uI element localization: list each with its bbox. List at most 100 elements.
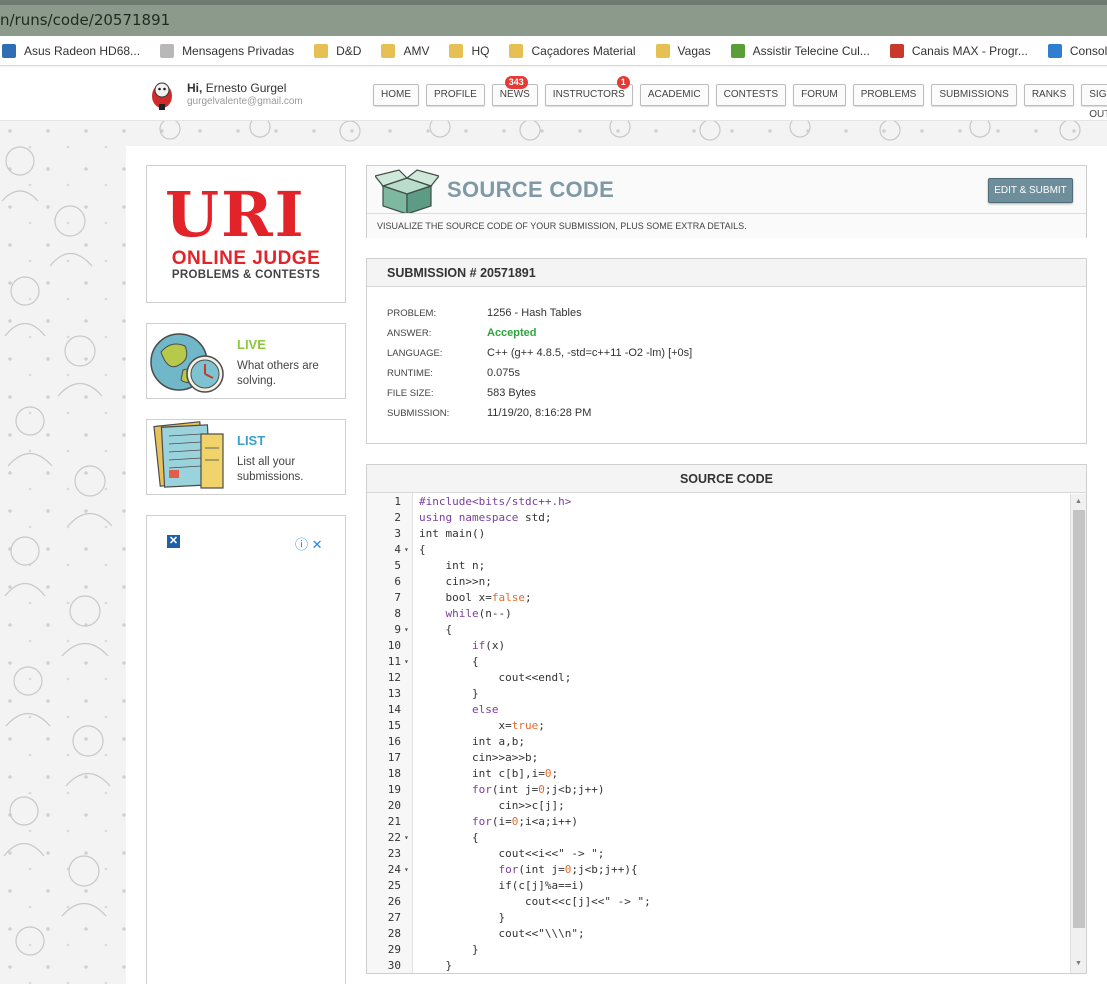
fold-arrow-icon[interactable]: ▾ (404, 654, 409, 670)
field-value: 11/19/20, 8:16:28 PM (487, 407, 592, 419)
nav-submissions[interactable]: SUBMISSIONS (931, 84, 1017, 106)
bookmark-item[interactable]: Mensagens Privadas (160, 43, 294, 58)
nav-instructors-label: INSTRUCTORS (552, 89, 625, 100)
nav-home[interactable]: HOME (373, 84, 419, 106)
scroll-up-arrow-icon[interactable]: ▲ (1075, 498, 1082, 505)
code-text: cin>>a>>b; (419, 751, 539, 764)
code-text: cin>>n; (419, 575, 492, 588)
code-line: 4 ▾ { (367, 542, 1072, 558)
ad-info-close-icon[interactable]: ⓘ ✕ (295, 534, 323, 553)
line-number: 19 (387, 783, 401, 796)
nav-forum[interactable]: FORUM (793, 84, 846, 106)
bookmark-icon (449, 43, 464, 58)
code-line: 14 else (367, 702, 1072, 718)
line-number: 14 (387, 703, 401, 716)
nav-contests[interactable]: CONTESTS (715, 84, 787, 106)
line-number: 5 (394, 559, 401, 572)
line-number: 29 (387, 943, 401, 956)
line-number: 24 (387, 863, 401, 876)
user-name[interactable]: Ernesto Gurgel (206, 81, 287, 95)
edit-submit-button[interactable]: EDIT & SUBMIT (988, 178, 1073, 203)
bookmark-item[interactable]: Asus Radeon HD68... (2, 43, 140, 58)
code-line: 20 cin>>c[j]; (367, 798, 1072, 814)
code-line: 7 bool x=false; (367, 590, 1072, 606)
bookmark-label: Consola | Ate (1069, 43, 1107, 58)
code-text: cout<<endl; (419, 671, 572, 684)
code-line: 2 using namespace std; (367, 510, 1072, 526)
nav-instructors[interactable]: INSTRUCTORS 1 (544, 76, 633, 106)
code-line: 27 } (367, 910, 1072, 926)
fold-arrow-icon[interactable]: ▾ (404, 830, 409, 846)
line-number: 23 (387, 847, 401, 860)
code-line: 28 cout<<"\\\n"; (367, 926, 1072, 942)
bookmark-icon (889, 43, 904, 58)
nav-news[interactable]: NEWS 343 (491, 76, 538, 106)
field-key: RUNTIME: (387, 368, 433, 379)
code-text: for(int j=0;j<b;j++){ (498, 863, 638, 876)
source-code-heading: SOURCE CODE (367, 465, 1086, 493)
bookmark-item[interactable]: Vagas (655, 43, 711, 58)
code-text: if(c[j]%a==i) (419, 879, 585, 892)
list-title[interactable]: LIST (237, 433, 265, 448)
code-text: cin>>c[j]; (419, 799, 565, 812)
list-description: List all your submissions. (237, 456, 304, 483)
url-text[interactable]: n/runs/code/20571891 (0, 11, 170, 29)
ad-close-icon[interactable]: ✕ (167, 535, 180, 548)
live-title[interactable]: LIVE (237, 337, 266, 352)
nav-problems[interactable]: PROBLEMS (852, 84, 925, 106)
bookmark-label: AMV (403, 43, 430, 58)
scroll-down-arrow-icon[interactable]: ▼ (1075, 960, 1082, 967)
code-text: { (419, 623, 453, 636)
code-text: cout<<c[j]<<" -> "; (419, 895, 651, 908)
field-value: 0.075s (487, 367, 521, 379)
line-number: 1 (394, 495, 401, 508)
line-number: 15 (387, 719, 401, 732)
address-bar[interactable]: n/runs/code/20571891 (0, 0, 1107, 36)
code-text: #include<bits/stdc++.h> (419, 495, 572, 508)
fold-arrow-icon[interactable]: ▾ (404, 622, 409, 638)
nav-profile[interactable]: PROFILE (426, 84, 485, 106)
nav-academic[interactable]: ACADEMIC (639, 84, 709, 106)
code-text: } (419, 959, 453, 972)
line-number: 9 (394, 623, 401, 636)
code-scrollbar[interactable]: ▲ ▼ (1070, 494, 1086, 973)
bookmark-item[interactable]: D&D (314, 43, 361, 58)
line-number: 30 (387, 959, 401, 972)
line-number: 27 (387, 911, 401, 924)
code-line: 5 int n; (367, 558, 1072, 574)
bookmark-icon (314, 43, 329, 58)
bookmark-item[interactable]: Consola | Ate (1047, 43, 1107, 58)
bookmark-item[interactable]: Canais MAX - Progr... (889, 43, 1028, 58)
submission-details-panel: SUBMISSION # 20571891 PROBLEM: 1256 - Has… (366, 258, 1087, 444)
bookmark-item[interactable]: Caçadores Material (509, 43, 636, 58)
code-line: 6 cin>>n; (367, 574, 1072, 590)
uri-logo-card[interactable]: URI ONLINE JUDGE PROBLEMS & CONTESTS (146, 165, 346, 303)
open-box-icon (375, 169, 439, 214)
code-line: 17 cin>>a>>b; (367, 750, 1072, 766)
field-key: FILE SIZE: (387, 388, 434, 399)
user-avatar-icon[interactable] (146, 76, 178, 112)
fold-arrow-icon[interactable]: ▾ (404, 542, 409, 558)
bookmark-item[interactable]: HQ (449, 43, 489, 58)
nav-ranks[interactable]: RANKS (1023, 84, 1075, 106)
main-menu: HOME PROFILE NEWS 343 INSTRUCTORS 1 ACAD… (373, 76, 1107, 120)
code-text: } (419, 943, 479, 956)
code-text: else (471, 703, 499, 716)
code-line: 12 cout<<endl; (367, 670, 1072, 686)
code-editor[interactable]: 1 #include<bits/stdc++.h> 2 using namespace… (367, 494, 1072, 974)
code-line: 22 ▾ { (367, 830, 1072, 846)
bookmark-item[interactable]: Assistir Telecine Cul... (730, 43, 870, 58)
scrollbar-thumb[interactable] (1073, 510, 1085, 928)
live-card[interactable]: LIVE What others are solving. (146, 323, 346, 399)
code-text: int a,b; (419, 735, 525, 748)
bookmark-icon (655, 43, 670, 58)
user-email: gurgelvalente@gmail.com (187, 96, 303, 107)
fold-arrow-icon[interactable]: ▾ (404, 862, 409, 878)
bookmark-item[interactable]: AMV (381, 43, 430, 58)
list-card[interactable]: LIST List all your submissions. (146, 419, 346, 495)
line-number: 3 (394, 527, 401, 540)
nav-sign-out[interactable]: SIGN OUT (1081, 84, 1107, 120)
code-line: 24 ▾ for(int j=0;j<b;j++){ (367, 862, 1072, 878)
bookmark-icon (381, 43, 396, 58)
code-text: x=true; (419, 719, 545, 732)
